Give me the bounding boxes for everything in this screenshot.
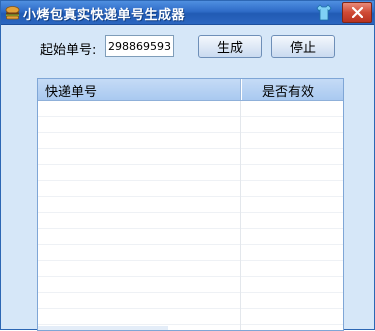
- app-window: 小烤包真实快递单号生成器 起始单号: 生成 停止 快递单号 是否有效: [0, 0, 375, 331]
- generate-button[interactable]: 生成: [198, 35, 262, 58]
- list-header: 快递单号 是否有效: [38, 79, 343, 101]
- list-body[interactable]: [38, 101, 343, 330]
- tracking-number-list[interactable]: 快递单号 是否有效: [37, 78, 344, 331]
- start-number-input[interactable]: [105, 35, 174, 57]
- shirt-icon[interactable]: [316, 4, 332, 21]
- column-grid-line: [240, 101, 241, 330]
- horizontal-scrollbar[interactable]: [38, 326, 168, 330]
- title-bar[interactable]: 小烤包真实快递单号生成器: [1, 1, 374, 25]
- column-header-tracking-number[interactable]: 快递单号: [45, 81, 97, 100]
- close-button[interactable]: [342, 2, 372, 23]
- burger-icon: [5, 5, 20, 20]
- close-icon: [352, 7, 363, 18]
- column-divider[interactable]: [240, 79, 242, 100]
- column-header-valid[interactable]: 是否有效: [262, 81, 314, 100]
- window-title: 小烤包真实快递单号生成器: [23, 8, 186, 23]
- stop-button[interactable]: 停止: [271, 35, 335, 58]
- start-number-label: 起始单号:: [40, 43, 97, 58]
